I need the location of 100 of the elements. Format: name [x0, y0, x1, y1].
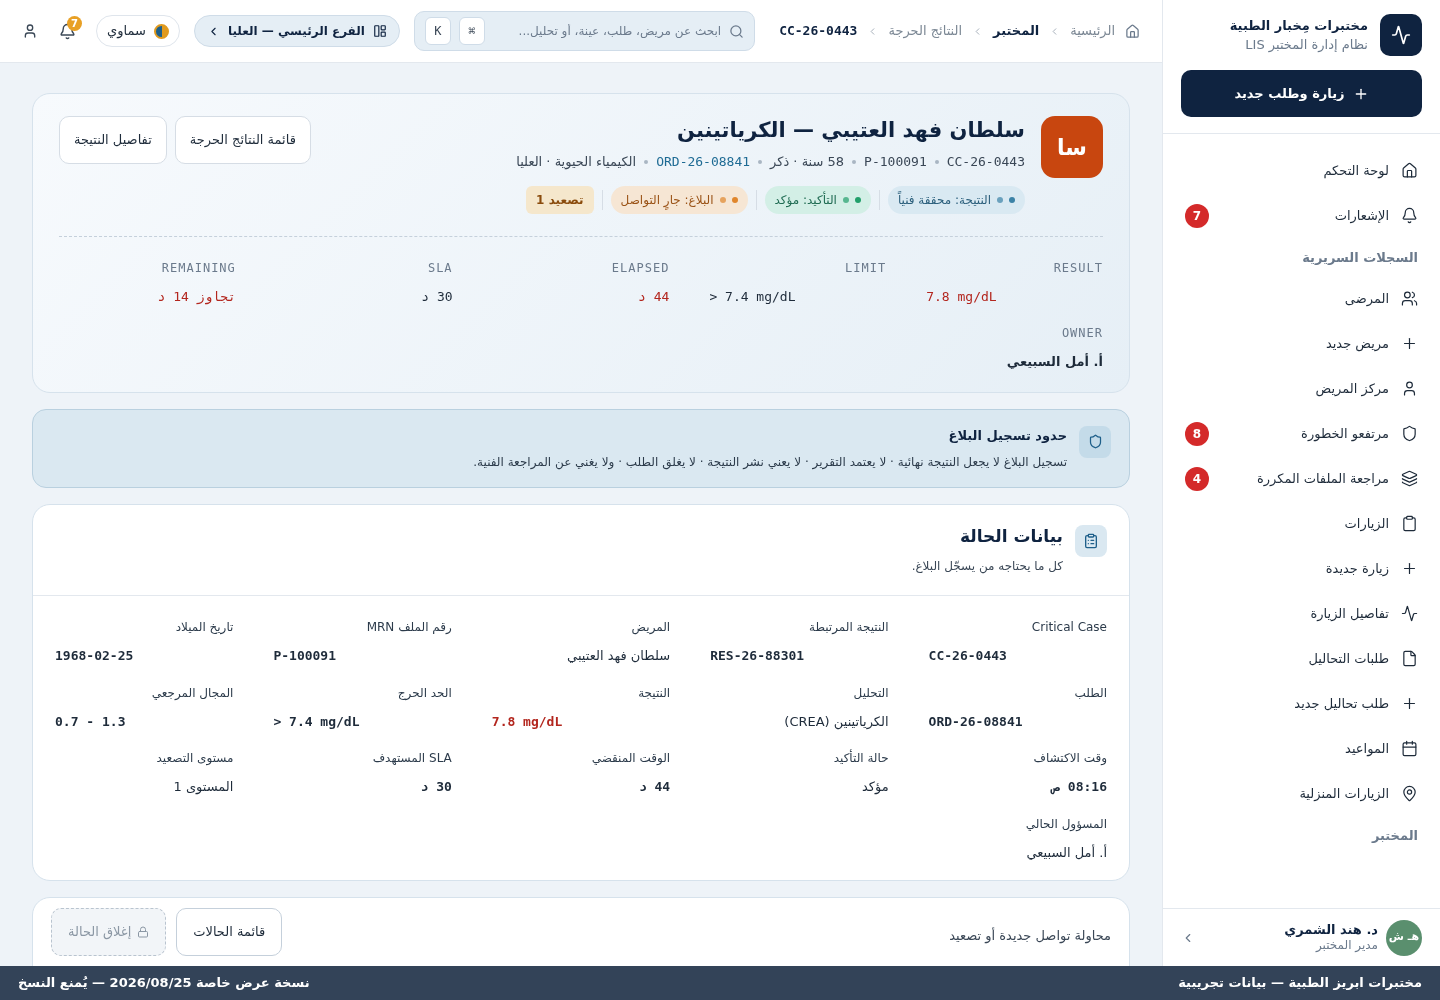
clipboard-icon: [1401, 515, 1418, 532]
field-value: 7.8 mg/dL: [491, 712, 564, 731]
nav-section-title: المختبر: [1370, 827, 1418, 846]
field-label: رقم الملف MRN: [365, 619, 452, 636]
field-label: وقت الاكتشاف: [1032, 750, 1107, 767]
meta-text: CC-26-0443: [946, 153, 1025, 171]
field-value: أ. أمل السبيعي: [1025, 843, 1107, 862]
field-label: التحليل: [852, 684, 889, 702]
logo-icon: [1380, 14, 1422, 56]
home-icon: [1125, 23, 1140, 39]
nav-item[interactable]: مراجعة الملفات المكررة: [1257, 468, 1418, 489]
field-value: 08:16 ص: [1049, 778, 1107, 797]
status-pill: التأكيد: مؤكد: [764, 185, 871, 214]
nav-item[interactable]: الزيارات: [1344, 513, 1418, 534]
nav-item[interactable]: مرتفعو الخطورة: [1301, 423, 1418, 444]
user-icon: [1401, 380, 1418, 397]
meta-text: 58 سنة · ذكر: [770, 153, 845, 171]
banner-title: مختبرات ابريز الطبية — بيانات تجريبية: [1178, 974, 1422, 993]
field-value: 30 د: [419, 778, 452, 796]
field-value: ORD-26-08841: [928, 712, 1024, 731]
field-label: Critical Case: [1030, 619, 1107, 636]
metric-label: OWNER: [1060, 325, 1103, 342]
map-pin-icon: [1401, 785, 1418, 802]
section-subtitle: كل ما يحتاجه من يسجّل البلاغ.: [911, 558, 1063, 575]
breadcrumb-item[interactable]: النتائج الحرجة: [888, 21, 963, 41]
notice-text: تسجيل البلاغ لا يجعل النتيجة نهائية · لا يعتمد التقرير · لا يعني نشر النتيجة · لا يغلق الطلب · ولا يغني عن المراجعة الفنية.: [473, 454, 1067, 471]
user-name: د. هند الشمري: [1284, 921, 1378, 939]
field-label: النتيجة المرتبطة: [807, 619, 889, 636]
field-label: المجال المرجعي: [150, 684, 234, 702]
case-title: سلطان فهد العتيبي — الكرياتينين: [676, 117, 1025, 144]
nav-item[interactable]: مركز المريض: [1315, 378, 1418, 399]
header-button[interactable]: تفاصيل النتيجة: [59, 116, 167, 164]
nav-item[interactable]: تفاصيل الزيارة: [1310, 603, 1418, 624]
plus-icon: [1401, 695, 1418, 712]
theme-toggle[interactable]: سماوي: [96, 15, 180, 47]
metric-value: تجاوز 14 د: [156, 287, 236, 306]
nav-item[interactable]: الإشعارات: [1334, 205, 1418, 226]
nav-item[interactable]: زيارة جديدة: [1325, 558, 1418, 579]
field-value: سلطان فهد العتيبي: [566, 647, 671, 665]
case-action-button[interactable]: قائمة الحالات: [176, 908, 283, 956]
field-label: SLA المستهدف: [371, 750, 452, 767]
nav-item[interactable]: المواعيد: [1345, 738, 1418, 759]
users-icon: [1401, 290, 1418, 307]
field-label: الوقت المنقضي: [590, 750, 671, 767]
field-value: RES-26-88301: [710, 647, 806, 665]
user-role: مدير المختبر: [1314, 938, 1378, 954]
nav-section-title: السجلات السريرية: [1301, 249, 1418, 268]
count-badge: 7: [1185, 203, 1209, 228]
count-badge: 8: [1185, 421, 1209, 446]
order-link[interactable]: ORD-26-08841: [656, 152, 751, 172]
header-button[interactable]: قائمة النتائج الحرجة: [174, 116, 311, 164]
home-icon: [1401, 162, 1418, 179]
meta-text: الكيمياء الحيوية · العليا: [516, 153, 637, 172]
breadcrumb-item[interactable]: CC-26-0443: [779, 21, 858, 41]
field-value: 1968-02-25: [55, 647, 135, 665]
field-value: P-100091: [273, 647, 338, 665]
section-title: بيانات الحالة: [959, 525, 1063, 547]
metric-label: ELAPSED: [610, 259, 670, 277]
panel-icon: [372, 24, 387, 38]
metric-label: LIMIT: [844, 259, 887, 277]
banner-notice: نسخة عرض خاصة 2026/08/25 — يُمنع النسخ: [18, 974, 310, 993]
breadcrumb-item[interactable]: الرئيسية: [1070, 21, 1115, 41]
shortcut-key: ⌘: [458, 17, 485, 45]
field-value: 44 د: [637, 778, 671, 796]
patient-avatar: سا: [1041, 116, 1103, 178]
nav-item[interactable]: المرضى: [1344, 288, 1418, 309]
field-value: > 7.4 mg/dL: [273, 712, 361, 731]
nav-item[interactable]: طلبات التحاليل: [1308, 648, 1418, 669]
field-value: CC-26-0443: [928, 647, 1008, 665]
field-label: الطلب: [1073, 684, 1107, 702]
branch-selector[interactable]: الفرع الرئيسي — العليا: [193, 15, 400, 47]
layers-icon: [1401, 470, 1418, 487]
metric-label: REMAINING: [160, 259, 236, 277]
count-badge: 4: [1185, 466, 1209, 491]
file-icon: [1401, 650, 1418, 667]
plus-icon: [1401, 560, 1418, 577]
user-avatar: هـ ش: [1386, 919, 1422, 956]
shortcut-key: K: [424, 17, 451, 45]
field-label: النتيجة: [637, 684, 671, 702]
nav-item[interactable]: مريض جديد: [1325, 333, 1418, 354]
metric-value: > 7.4 mg/dL: [709, 287, 797, 306]
field-label: المسؤول الحالي: [1024, 815, 1107, 833]
field-label: مستوى التصعيد: [155, 750, 234, 767]
nav-item[interactable]: طلب تحاليل جديد: [1294, 693, 1418, 714]
brand-subtitle: نظام إدارة المختبر LIS: [1244, 36, 1368, 55]
meta-text: P-100091: [864, 153, 927, 171]
pulse-icon: [1401, 605, 1418, 622]
metric-value: 30 د: [420, 287, 453, 306]
field-label: تاريخ الميلاد: [174, 619, 234, 636]
nav-item[interactable]: لوحة التحكم: [1323, 160, 1418, 181]
brand-title: مختبرات مِخبار الطبية: [1229, 16, 1368, 35]
nav-item[interactable]: الزيارات المنزلية: [1299, 783, 1418, 804]
status-pill: البلاغ: جارٍ التواصل: [610, 185, 748, 214]
plus-icon: [1401, 335, 1418, 352]
bell-icon: [1401, 207, 1418, 224]
breadcrumb-item[interactable]: المختبر: [993, 21, 1040, 41]
field-value: المستوى 1: [172, 778, 234, 797]
status-pill: تصعيد 1: [526, 185, 594, 214]
metric-label: RESULT: [1052, 259, 1103, 277]
new-visit-button[interactable]: زيارة وطلب جديد: [1181, 70, 1422, 117]
